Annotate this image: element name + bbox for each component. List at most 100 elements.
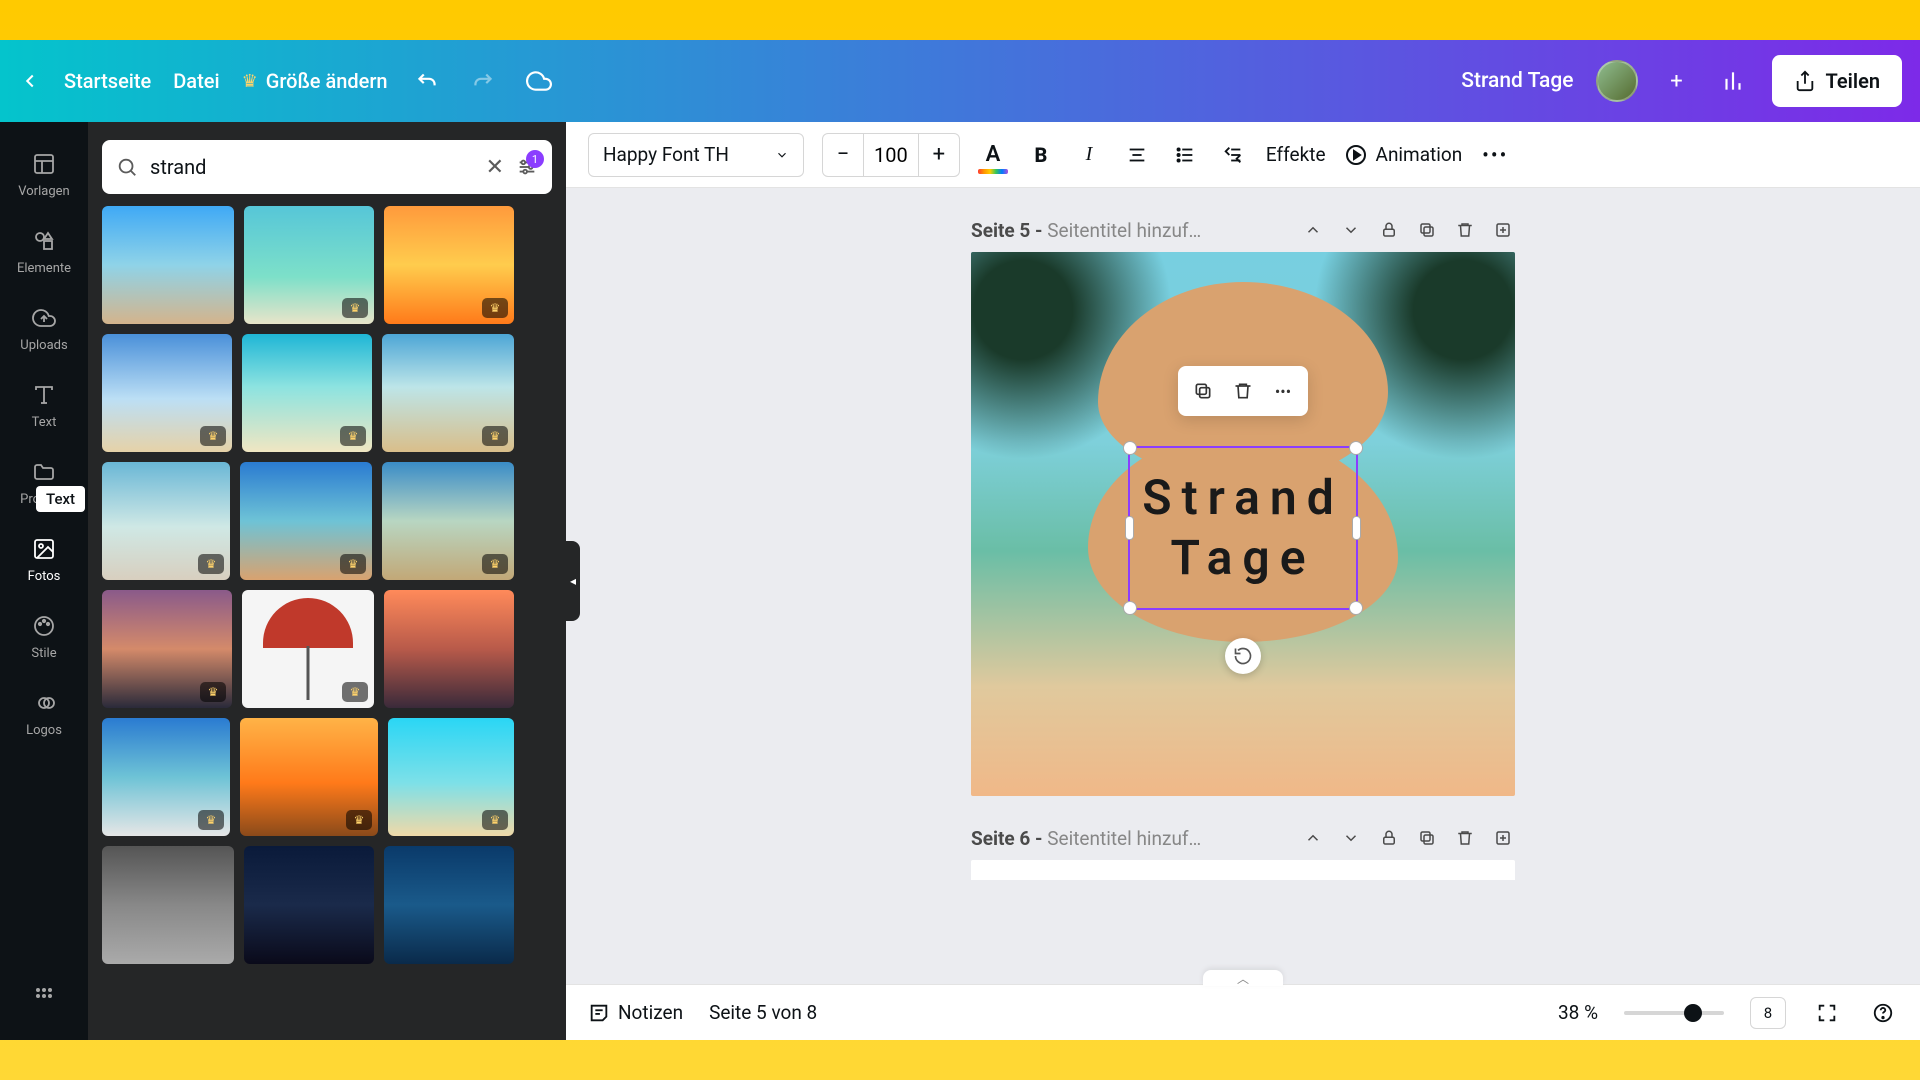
photo-thumbnail[interactable]	[384, 846, 514, 964]
share-button[interactable]: Teilen	[1772, 55, 1902, 107]
search-bar: ✕ 1	[102, 140, 552, 194]
canvas-page-5[interactable]: ••• Strand Tage	[971, 252, 1515, 796]
photo-thumbnail[interactable]: ♛	[102, 590, 232, 708]
selected-text-element[interactable]: Strand Tage	[1128, 446, 1358, 610]
photo-thumbnail[interactable]: ♛	[242, 334, 372, 452]
rail-styles[interactable]: Stile	[0, 602, 88, 671]
zoom-slider[interactable]	[1624, 1011, 1724, 1015]
rail-photos[interactable]: Fotos	[0, 525, 88, 594]
resize-handle[interactable]	[1123, 441, 1137, 455]
rail-templates[interactable]: Vorlagen	[0, 140, 88, 209]
rail-text[interactable]: Text	[0, 371, 88, 440]
photo-thumbnail[interactable]	[102, 846, 234, 964]
duplicate-element-icon[interactable]	[1186, 374, 1220, 408]
photo-thumbnail[interactable]: ♛	[382, 462, 514, 580]
canvas-viewport[interactable]: Seite 5 - Seitentitel hinzuf…	[566, 188, 1920, 984]
chevron-down-icon[interactable]	[1339, 826, 1363, 850]
add-page-icon[interactable]	[1491, 218, 1515, 242]
canvas-page-6[interactable]	[971, 860, 1515, 880]
rail-more[interactable]	[0, 972, 88, 1020]
photo-thumbnail[interactable]	[384, 590, 514, 708]
resize-handle[interactable]	[1123, 601, 1137, 615]
rotate-handle-icon[interactable]	[1225, 638, 1261, 674]
logo-icon	[30, 689, 58, 717]
bottom-bar: Notizen Seite 5 von 8 38 % 8	[566, 984, 1920, 1040]
fullscreen-icon[interactable]	[1812, 998, 1842, 1028]
effects-button[interactable]: Effekte	[1266, 143, 1326, 166]
back-icon[interactable]	[18, 69, 42, 93]
resize-button[interactable]: ♛ Größe ändern	[242, 69, 388, 93]
chevron-down-icon[interactable]	[1339, 218, 1363, 242]
more-options-icon[interactable]: •••	[1480, 140, 1510, 170]
duplicate-icon[interactable]	[1415, 218, 1439, 242]
project-title[interactable]: Strand Tage	[1461, 69, 1573, 93]
chevron-up-icon[interactable]	[1301, 826, 1325, 850]
help-icon[interactable]	[1868, 998, 1898, 1028]
resize-handle[interactable]	[1349, 601, 1363, 615]
spacing-button[interactable]	[1218, 140, 1248, 170]
photo-thumbnail[interactable]: ♛	[240, 462, 372, 580]
resize-handle[interactable]	[1125, 516, 1134, 540]
resize-handle[interactable]	[1352, 516, 1361, 540]
photo-thumbnail[interactable]: ♛	[102, 718, 230, 836]
italic-button[interactable]: I	[1074, 140, 1104, 170]
rail-logos[interactable]: Logos	[0, 679, 88, 748]
file-menu[interactable]: Datei	[173, 69, 219, 93]
page-title-placeholder[interactable]: Seitentitel hinzuf…	[1047, 827, 1201, 850]
trash-icon[interactable]	[1453, 826, 1477, 850]
chevron-up-icon[interactable]	[1301, 218, 1325, 242]
lock-icon[interactable]	[1377, 218, 1401, 242]
rail-elements[interactable]: Elemente	[0, 217, 88, 286]
list-button[interactable]	[1170, 140, 1200, 170]
collapse-panel-icon[interactable]: ◂	[566, 541, 580, 621]
premium-badge-icon: ♛	[340, 554, 366, 574]
home-link[interactable]: Startseite	[64, 69, 151, 93]
premium-badge-icon: ♛	[198, 810, 224, 830]
more-apps-icon	[30, 982, 58, 1010]
photo-thumbnail[interactable]	[102, 206, 234, 324]
photo-thumbnail[interactable]: ♛	[382, 334, 514, 452]
page-indicator: Seite 5 von 8	[709, 1001, 817, 1024]
photo-thumbnail[interactable]: ♛	[102, 462, 230, 580]
photo-thumbnail[interactable]: ♛	[244, 206, 374, 324]
expand-timeline-icon[interactable]: ︿	[1203, 970, 1283, 986]
delete-element-icon[interactable]	[1226, 374, 1260, 408]
page-title-placeholder[interactable]: Seitentitel hinzuf…	[1047, 219, 1201, 242]
search-input[interactable]	[150, 155, 474, 179]
filter-icon[interactable]: 1	[516, 156, 538, 178]
text-color-button[interactable]: A	[978, 140, 1008, 170]
clear-search-icon[interactable]: ✕	[486, 155, 504, 180]
photo-thumbnail[interactable]: ♛	[384, 206, 514, 324]
page-count-button[interactable]: 8	[1750, 997, 1786, 1029]
font-family-select[interactable]: Happy Font TH	[588, 133, 804, 177]
trash-icon[interactable]	[1453, 218, 1477, 242]
font-size-increase[interactable]: +	[919, 134, 959, 176]
animation-button[interactable]: Animation	[1344, 143, 1463, 167]
photo-thumbnail[interactable]: ♛	[102, 334, 232, 452]
bold-button[interactable]: B	[1026, 140, 1056, 170]
photo-thumbnail[interactable]: ♛	[240, 718, 378, 836]
resize-handle[interactable]	[1349, 441, 1363, 455]
rail-uploads[interactable]: Uploads	[0, 294, 88, 363]
photo-thumbnail[interactable]: ♛	[388, 718, 514, 836]
upload-icon	[30, 304, 58, 332]
photo-thumbnail[interactable]: ♛	[242, 590, 374, 708]
lock-icon[interactable]	[1377, 826, 1401, 850]
insights-icon[interactable]	[1716, 64, 1750, 98]
notes-button[interactable]: Notizen	[588, 1001, 683, 1024]
zoom-value[interactable]: 38 %	[1558, 1001, 1598, 1024]
avatar[interactable]	[1596, 60, 1638, 102]
align-button[interactable]	[1122, 140, 1152, 170]
premium-badge-icon: ♛	[342, 298, 368, 318]
photo-thumbnail[interactable]	[244, 846, 374, 964]
more-element-icon[interactable]: •••	[1266, 374, 1300, 408]
add-page-icon[interactable]	[1491, 826, 1515, 850]
font-size-decrease[interactable]: −	[823, 134, 863, 176]
add-collaborator-icon[interactable]: +	[1660, 64, 1694, 98]
redo-icon[interactable]	[466, 64, 500, 98]
cloud-sync-icon[interactable]	[522, 64, 556, 98]
undo-icon[interactable]	[410, 64, 444, 98]
font-size-value[interactable]: 100	[863, 134, 919, 176]
duplicate-icon[interactable]	[1415, 826, 1439, 850]
zoom-knob[interactable]	[1684, 1004, 1702, 1022]
